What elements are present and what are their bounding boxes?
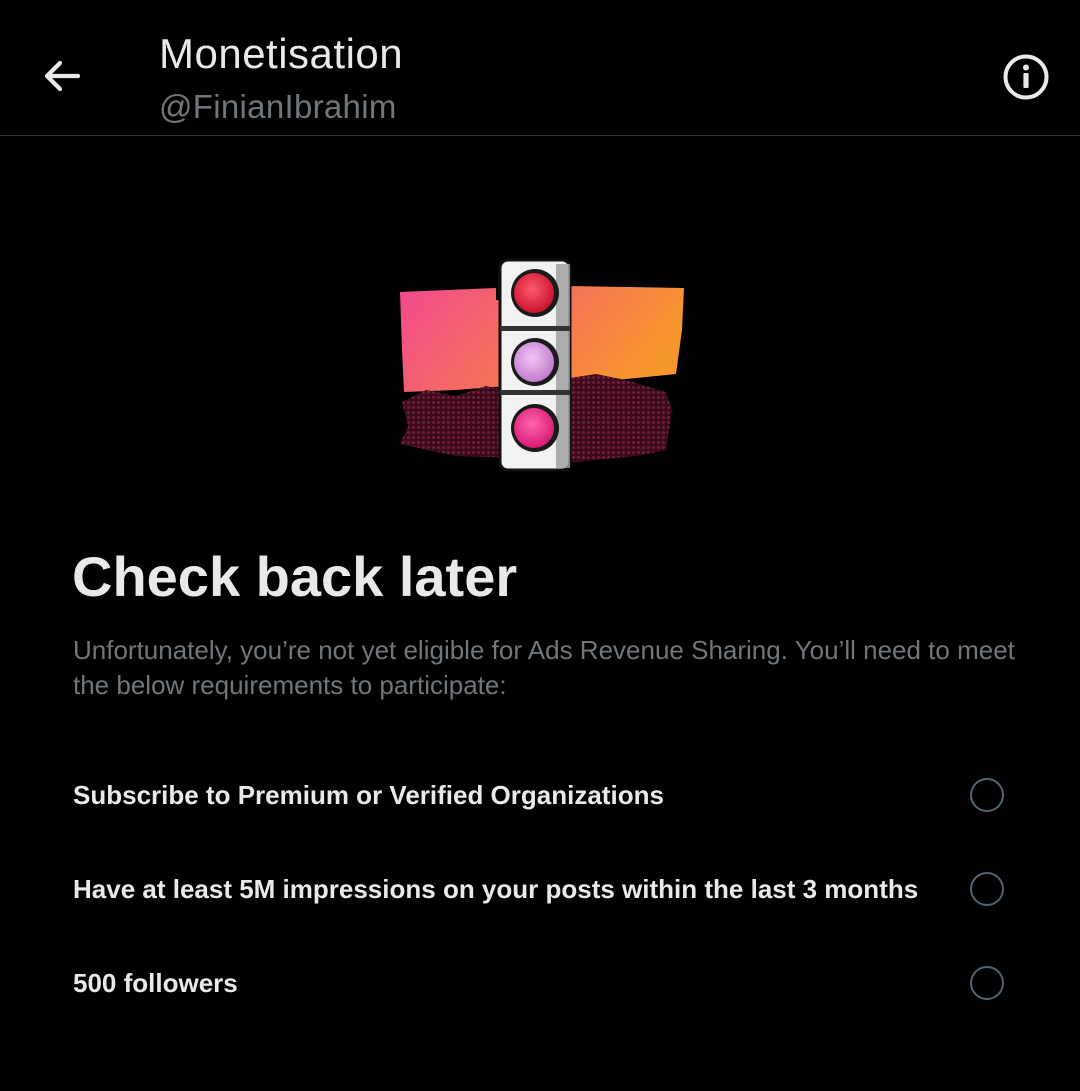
top-bar: Monetisation @FinianIbrahim [0, 0, 1080, 136]
eligibility-description: Unfortunately, you’re not yet eligible f… [73, 635, 1015, 700]
requirement-impressions[interactable]: Have at least 5M impressions on your pos… [0, 854, 1080, 924]
info-circle-icon [1003, 54, 1049, 100]
info-button[interactable] [1000, 51, 1052, 103]
requirement-label: Subscribe to Premium or Verified Organiz… [73, 779, 664, 810]
page-title: Monetisation [159, 30, 404, 77]
traffic-light-illustration [396, 250, 688, 476]
requirement-radio[interactable] [970, 778, 1004, 812]
requirement-radio[interactable] [970, 872, 1004, 906]
account-handle: @FinianIbrahim [159, 88, 397, 125]
requirement-radio[interactable] [970, 966, 1004, 1000]
requirement-label: 500 followers [73, 967, 238, 998]
back-button[interactable] [38, 52, 86, 100]
requirement-followers[interactable]: 500 followers [0, 948, 1080, 1018]
requirement-premium[interactable]: Subscribe to Premium or Verified Organiz… [0, 760, 1080, 830]
status-heading: Check back later [72, 545, 518, 608]
arrow-left-icon [44, 60, 81, 92]
requirement-label: Have at least 5M impressions on your pos… [73, 873, 919, 904]
